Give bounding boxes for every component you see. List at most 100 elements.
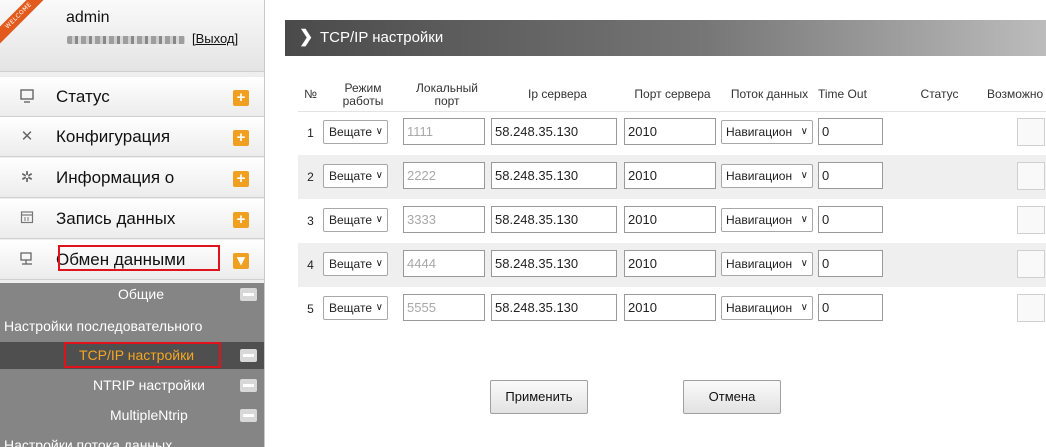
network-icon [18,251,36,269]
tcpip-table: № Режим работы Локальный порт Ip сервера… [298,79,1046,331]
server-port-input[interactable]: 2010 [624,118,716,146]
enable-checkbox[interactable] [1017,161,1045,190]
server-port-input[interactable]: 2010 [624,206,716,233]
mode-select[interactable]: Вещате ∨ [323,163,388,188]
enable-checkbox[interactable] [1017,293,1045,322]
submenu-item-tcpip[interactable]: TCP/IP настройки [0,342,264,369]
data-flow-select-value: Навигацион [726,124,793,139]
highlight-frame [64,342,221,368]
data-flow-select[interactable]: Навигацион ∨ [721,119,813,144]
data-flow-select-value: Навигацион [726,300,793,315]
expand-plus-icon[interactable]: + [233,212,249,228]
mode-select-value: Вещате [329,124,372,139]
expand-plus-icon[interactable]: + [233,171,249,187]
logout-link[interactable]: [Выход] [192,31,238,46]
monitor-icon [18,88,36,106]
minus-icon [240,409,257,422]
apply-button[interactable]: Применить [490,380,588,414]
data-flow-select-value: Навигацион [726,256,793,271]
submenu-item-data-flow[interactable]: Настройки потока данных [0,434,264,447]
enable-checkbox[interactable] [1017,205,1045,234]
enable-checkbox[interactable] [1017,249,1045,278]
column-header-server-port: Порт сервера [624,79,721,112]
server-ip-input[interactable]: 58.248.35.130 [491,294,617,321]
submenu-item-label: Общие [118,286,165,302]
timeout-input[interactable]: 0 [818,206,883,233]
data-flow-select-value: Навигацион [726,212,793,227]
server-ip-input[interactable]: 58.248.35.130 [491,250,617,277]
local-port-input[interactable]: 4444 [403,250,485,277]
server-ip-input[interactable]: 58.248.35.130 [491,206,617,233]
submenu-item-ntrip[interactable]: NTRIP настройки [0,374,264,397]
table-row: 2 Вещате ∨ 2222 58.248.35.130 2010 Навига… [298,155,1046,199]
column-header-enable: Возможно [987,79,1046,112]
collapse-arrow-icon[interactable]: ▾ [233,253,249,269]
table-row: 3 Вещате ∨ 3333 58.248.35.130 2010 Навига… [298,199,1046,243]
welcome-ribbon: WELCOME [0,0,48,45]
enable-checkbox[interactable] [1017,117,1045,146]
submenu-item-general[interactable]: Общие [0,283,264,306]
server-port-input[interactable]: 2010 [624,250,716,277]
submenu-item-label: Настройки последовательного [4,318,203,334]
timeout-input[interactable]: 0 [818,294,883,321]
sidebar-item-label: Конфигурация [56,127,171,146]
row-number: 1 [298,111,323,155]
sidebar-item-data-recording[interactable]: Запись данных + [0,199,264,239]
cancel-button[interactable]: Отмена [683,380,781,414]
satellite-icon: ✲ [20,169,34,186]
local-port-input[interactable]: 3333 [403,206,485,233]
mode-select[interactable]: Вещате ∨ [323,207,388,232]
sidebar-item-label: Статус [56,87,110,106]
server-port-input[interactable]: 2010 [624,294,716,321]
expand-plus-icon[interactable]: + [233,90,249,106]
column-header-mode: Режим работы [323,79,403,112]
column-header-status: Статус [892,79,987,112]
chevron-down-icon: ∨ [800,169,808,181]
table-row: 5 Вещате ∨ 5555 58.248.35.130 2010 Навига… [298,287,1046,331]
chevron-down-icon: ∨ [375,213,383,225]
sidebar: WELCOME admin [Выход] Статус + ✕ Конфигу… [0,0,265,447]
calendar-icon [18,210,36,228]
chevron-down-icon: ∨ [375,169,383,181]
minus-icon [240,288,257,301]
submenu-item-label: NTRIP настройки [93,377,205,393]
server-port-input[interactable]: 2010 [624,162,716,189]
minus-icon [240,379,257,392]
server-ip-input[interactable]: 58.248.35.130 [491,162,617,189]
column-header-server-ip: Ip сервера [491,79,624,112]
data-flow-select[interactable]: Навигацион ∨ [721,207,813,232]
submenu-item-serial[interactable]: Настройки последовательного [0,315,264,338]
sidebar-item-status[interactable]: Статус + [0,77,264,117]
local-port-input[interactable]: 1111 [403,118,485,146]
chevron-down-icon: ∨ [800,257,808,269]
timeout-input[interactable]: 0 [818,250,883,277]
tools-icon: ✕ [20,128,34,145]
highlight-frame [58,245,220,271]
mode-select-value: Вещате [329,300,372,315]
masked-user-id [67,36,185,44]
sidebar-item-data-exchange[interactable]: Обмен данными ▾ [0,240,264,280]
expand-plus-icon[interactable]: + [233,130,249,146]
mode-select-value: Вещате [329,212,372,227]
page-title: TCP/IP настройки [320,29,444,46]
local-port-input[interactable]: 2222 [403,162,485,189]
mode-select[interactable]: Вещате ∨ [323,295,388,320]
local-port-input[interactable]: 5555 [403,294,485,321]
timeout-input[interactable]: 0 [818,162,883,189]
row-number: 5 [298,287,323,331]
data-flow-select[interactable]: Навигацион ∨ [721,163,813,188]
row-number: 2 [298,155,323,199]
column-header-data-flow: Поток данных [721,79,818,112]
data-flow-select[interactable]: Навигацион ∨ [721,295,813,320]
submenu-item-multiplentrip[interactable]: MultipleNtrip [0,404,264,427]
timeout-input[interactable]: 0 [818,118,883,146]
mode-select[interactable]: Вещате ∨ [323,119,388,144]
server-ip-input[interactable]: 58.248.35.130 [491,118,617,146]
mode-select-value: Вещате [329,168,372,183]
data-flow-select-value: Навигацион [726,168,793,183]
sidebar-item-configuration[interactable]: ✕ Конфигурация + [0,117,264,157]
sidebar-item-satellite-info[interactable]: ✲ Информация о + [0,158,264,198]
data-flow-select[interactable]: Навигацион ∨ [721,251,813,276]
chevron-right-icon: ❯ [299,27,314,46]
mode-select[interactable]: Вещате ∨ [323,251,388,276]
